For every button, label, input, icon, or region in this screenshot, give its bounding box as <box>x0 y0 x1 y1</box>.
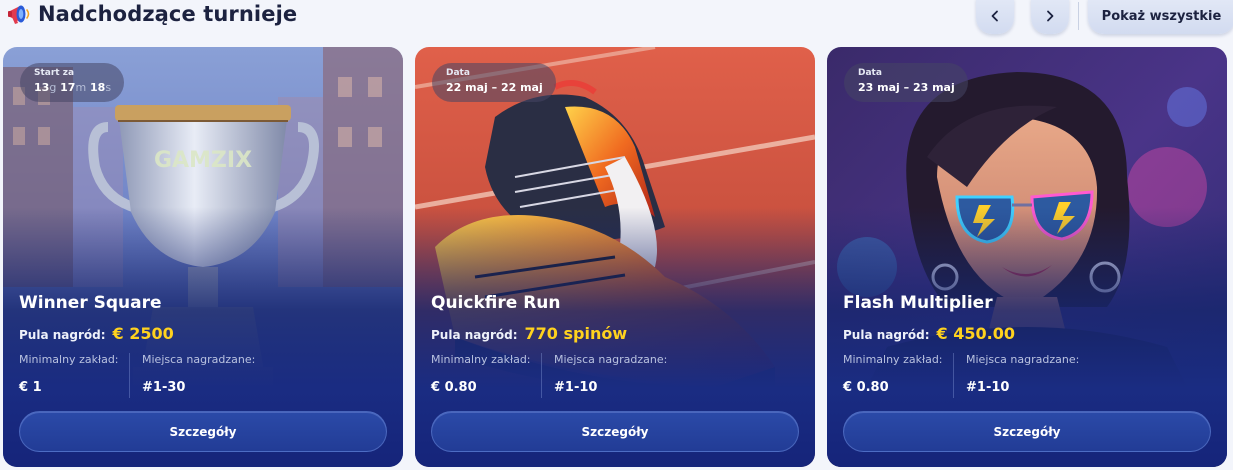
prize-label: Pula nagród: <box>431 328 518 342</box>
badge-label: Data <box>858 68 882 78</box>
prize-row: Pula nagród: 770 spinów <box>431 324 627 343</box>
min-bet-label: Minimalny zakład: <box>431 353 531 366</box>
tournament-card[interactable]: Data 22 maj – 22 maj Quickfire Run Pula … <box>415 47 815 467</box>
min-bet-label: Minimalny zakład: <box>19 353 119 366</box>
tournament-stats: Minimalny zakład: € 0.80 Miejsca nagradz… <box>843 353 1213 401</box>
carousel-next-button[interactable] <box>1031 0 1069 34</box>
details-button[interactable]: Szczegóły <box>431 411 799 452</box>
min-bet-column: Minimalny zakład: € 1 <box>19 353 119 395</box>
badge-label: Data <box>446 68 470 78</box>
date-range: 22 maj – 22 maj <box>446 81 543 94</box>
stat-divider <box>541 353 542 398</box>
date-range: 23 maj – 23 maj <box>858 81 955 94</box>
places-value: #1-10 <box>966 380 1010 395</box>
prize-row: Pula nagród: € 2500 <box>19 324 174 343</box>
min-bet-value: € 0.80 <box>431 380 477 395</box>
countdown-days-unit: g <box>49 81 57 94</box>
prize-value: € 450.00 <box>936 324 1015 343</box>
carousel-prev-button[interactable] <box>976 0 1014 34</box>
places-value: #1-10 <box>554 380 598 395</box>
tournament-card[interactable]: Data 23 maj – 23 maj Flash Multiplier Pu… <box>827 47 1227 467</box>
min-bet-column: Minimalny zakład: € 0.80 <box>843 353 943 395</box>
prize-label: Pula nagród: <box>19 328 106 342</box>
countdown-hours: 17 <box>60 81 76 94</box>
prize-value: 770 spinów <box>524 324 628 343</box>
svg-text:GAMZIX: GAMZIX <box>154 148 252 173</box>
chevron-left-icon <box>991 10 998 22</box>
prize-label: Pula nagród: <box>843 328 930 342</box>
prize-row: Pula nagród: € 450.00 <box>843 324 1015 343</box>
date-badge: Data 22 maj – 22 maj <box>432 63 556 102</box>
places-label: Miejsca nagradzane: <box>554 353 668 366</box>
tournament-name: Quickfire Run <box>431 293 561 313</box>
places-value: #1-30 <box>142 380 186 395</box>
min-bet-column: Minimalny zakład: € 0.80 <box>431 353 531 395</box>
countdown-days: 13 <box>34 81 50 94</box>
details-button[interactable]: Szczegóły <box>843 411 1211 452</box>
min-bet-value: € 0.80 <box>843 380 889 395</box>
chevron-right-icon <box>1047 10 1054 22</box>
header-divider <box>1078 2 1079 30</box>
tournament-name: Winner Square <box>19 293 162 313</box>
countdown-seconds: 18 <box>90 81 106 94</box>
places-column: Miejsca nagradzane: #1-10 <box>554 353 667 395</box>
places-label: Miejsca nagradzane: <box>966 353 1080 366</box>
tournament-stats: Minimalny zakład: € 0.80 Miejsca nagradz… <box>431 353 801 401</box>
stat-divider <box>953 353 954 398</box>
countdown-value: 13g 17m 18s <box>34 79 111 96</box>
stat-divider <box>129 353 130 398</box>
badge-label: Start za <box>34 68 75 78</box>
countdown-badge: Start za 13g 17m 18s <box>20 63 125 102</box>
megaphone-icon <box>8 5 30 24</box>
tournament-stats: Minimalny zakład: € 1 Miejsca nagradzane… <box>19 353 389 401</box>
date-badge: Data 23 maj – 23 maj <box>844 63 968 102</box>
countdown-seconds-unit: s <box>105 81 112 94</box>
tournament-card[interactable]: GAMZIX Start za 13g 17m 18s Winner Squar… <box>3 47 403 467</box>
countdown-hours-unit: m <box>75 81 87 94</box>
tournament-name: Flash Multiplier <box>843 293 993 313</box>
details-button[interactable]: Szczegóły <box>19 411 387 452</box>
page-title: Nadchodzące turnieje <box>38 2 298 26</box>
show-all-button[interactable]: Pokaż wszystkie <box>1088 0 1233 34</box>
prize-value: € 2500 <box>112 324 174 343</box>
places-label: Miejsca nagradzane: <box>142 353 256 366</box>
places-column: Miejsca nagradzane: #1-10 <box>966 353 1079 395</box>
min-bet-value: € 1 <box>19 380 42 395</box>
places-column: Miejsca nagradzane: #1-30 <box>142 353 255 395</box>
section-header: Nadchodzące turnieje Pokaż wszystkie <box>0 0 1233 34</box>
title-wrap: Nadchodzące turnieje <box>6 1 297 27</box>
min-bet-label: Minimalny zakład: <box>843 353 943 366</box>
